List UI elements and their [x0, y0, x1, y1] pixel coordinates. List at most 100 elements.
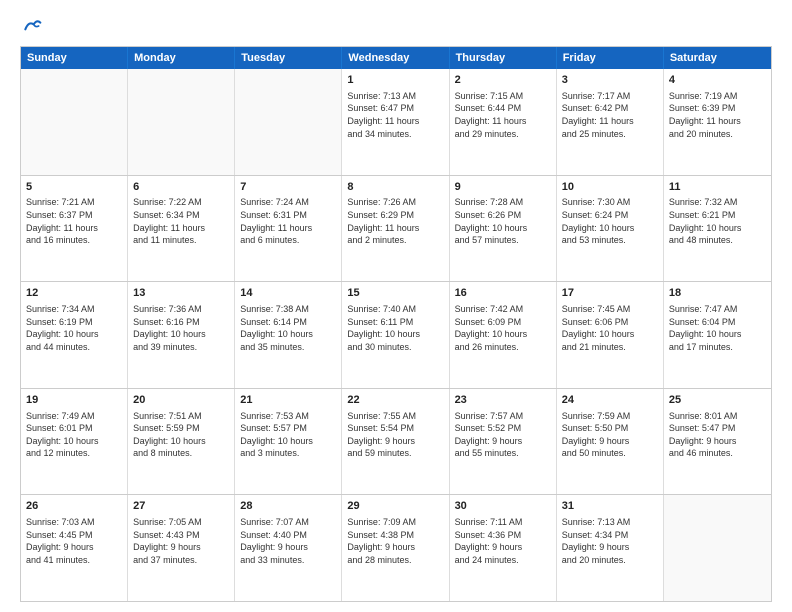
cell-info: Sunrise: 7:26 AM Sunset: 6:29 PM Dayligh…: [347, 196, 443, 246]
calendar-cell: 28 Sunrise: 7:07 AM Sunset: 4:40 PM Dayli…: [235, 495, 342, 601]
cell-info: Sunrise: 7:24 AM Sunset: 6:31 PM Dayligh…: [240, 196, 336, 246]
calendar-cell: 22 Sunrise: 7:55 AM Sunset: 5:54 PM Dayli…: [342, 389, 449, 495]
calendar-cell: 16 Sunrise: 7:42 AM Sunset: 6:09 PM Dayli…: [450, 282, 557, 388]
cell-info: Sunrise: 7:42 AM Sunset: 6:09 PM Dayligh…: [455, 303, 551, 353]
calendar-cell: 1 Sunrise: 7:13 AM Sunset: 6:47 PM Daylig…: [342, 69, 449, 175]
cell-info: Sunrise: 7:34 AM Sunset: 6:19 PM Dayligh…: [26, 303, 122, 353]
calendar-cell: [21, 69, 128, 175]
weekday-header: Tuesday: [235, 47, 342, 69]
cell-info: Sunrise: 7:47 AM Sunset: 6:04 PM Dayligh…: [669, 303, 766, 353]
day-number: 28: [240, 499, 336, 514]
calendar-cell: [128, 69, 235, 175]
cell-info: Sunrise: 7:28 AM Sunset: 6:26 PM Dayligh…: [455, 196, 551, 246]
cell-info: Sunrise: 7:13 AM Sunset: 6:47 PM Dayligh…: [347, 90, 443, 140]
calendar-cell: 25 Sunrise: 8:01 AM Sunset: 5:47 PM Dayli…: [664, 389, 771, 495]
cell-info: Sunrise: 7:07 AM Sunset: 4:40 PM Dayligh…: [240, 516, 336, 566]
day-number: 19: [26, 393, 122, 408]
day-number: 14: [240, 286, 336, 301]
header: [20, 16, 772, 36]
calendar-cell: 21 Sunrise: 7:53 AM Sunset: 5:57 PM Dayli…: [235, 389, 342, 495]
day-number: 17: [562, 286, 658, 301]
day-number: 15: [347, 286, 443, 301]
calendar-row: 19 Sunrise: 7:49 AM Sunset: 6:01 PM Dayli…: [21, 388, 771, 495]
calendar-cell: 19 Sunrise: 7:49 AM Sunset: 6:01 PM Dayli…: [21, 389, 128, 495]
day-number: 27: [133, 499, 229, 514]
day-number: 7: [240, 180, 336, 195]
day-number: 3: [562, 73, 658, 88]
calendar-cell: 17 Sunrise: 7:45 AM Sunset: 6:06 PM Dayli…: [557, 282, 664, 388]
calendar-body: 1 Sunrise: 7:13 AM Sunset: 6:47 PM Daylig…: [21, 69, 771, 601]
calendar-cell: 7Sunrise: 7:24 AM Sunset: 6:31 PM Daylig…: [235, 176, 342, 282]
day-number: 30: [455, 499, 551, 514]
cell-info: Sunrise: 7:40 AM Sunset: 6:11 PM Dayligh…: [347, 303, 443, 353]
day-number: 26: [26, 499, 122, 514]
day-number: 11: [669, 180, 766, 195]
day-number: 24: [562, 393, 658, 408]
calendar-cell: 2 Sunrise: 7:15 AM Sunset: 6:44 PM Daylig…: [450, 69, 557, 175]
cell-info: Sunrise: 7:57 AM Sunset: 5:52 PM Dayligh…: [455, 410, 551, 460]
cell-info: Sunrise: 7:05 AM Sunset: 4:43 PM Dayligh…: [133, 516, 229, 566]
calendar-cell: 3 Sunrise: 7:17 AM Sunset: 6:42 PM Daylig…: [557, 69, 664, 175]
cell-info: Sunrise: 7:53 AM Sunset: 5:57 PM Dayligh…: [240, 410, 336, 460]
calendar-cell: 20 Sunrise: 7:51 AM Sunset: 5:59 PM Dayli…: [128, 389, 235, 495]
cell-info: Sunrise: 7:59 AM Sunset: 5:50 PM Dayligh…: [562, 410, 658, 460]
cell-info: Sunrise: 7:45 AM Sunset: 6:06 PM Dayligh…: [562, 303, 658, 353]
calendar-row: 1 Sunrise: 7:13 AM Sunset: 6:47 PM Daylig…: [21, 69, 771, 175]
day-number: 22: [347, 393, 443, 408]
day-number: 10: [562, 180, 658, 195]
day-number: 31: [562, 499, 658, 514]
cell-info: Sunrise: 7:30 AM Sunset: 6:24 PM Dayligh…: [562, 196, 658, 246]
calendar-cell: 4Sunrise: 7:19 AM Sunset: 6:39 PM Daylig…: [664, 69, 771, 175]
cell-info: Sunrise: 7:13 AM Sunset: 4:34 PM Dayligh…: [562, 516, 658, 566]
weekday-header: Saturday: [664, 47, 771, 69]
cell-info: Sunrise: 7:32 AM Sunset: 6:21 PM Dayligh…: [669, 196, 766, 246]
day-number: 12: [26, 286, 122, 301]
day-number: 23: [455, 393, 551, 408]
day-number: 16: [455, 286, 551, 301]
cell-info: Sunrise: 7:49 AM Sunset: 6:01 PM Dayligh…: [26, 410, 122, 460]
weekday-header: Monday: [128, 47, 235, 69]
weekday-header: Thursday: [450, 47, 557, 69]
calendar-row: 5Sunrise: 7:21 AM Sunset: 6:37 PM Daylig…: [21, 175, 771, 282]
cell-info: Sunrise: 7:38 AM Sunset: 6:14 PM Dayligh…: [240, 303, 336, 353]
calendar-cell: 8Sunrise: 7:26 AM Sunset: 6:29 PM Daylig…: [342, 176, 449, 282]
calendar-cell: 23 Sunrise: 7:57 AM Sunset: 5:52 PM Dayli…: [450, 389, 557, 495]
day-number: 6: [133, 180, 229, 195]
cell-info: Sunrise: 8:01 AM Sunset: 5:47 PM Dayligh…: [669, 410, 766, 460]
calendar-cell: 31 Sunrise: 7:13 AM Sunset: 4:34 PM Dayli…: [557, 495, 664, 601]
cell-info: Sunrise: 7:11 AM Sunset: 4:36 PM Dayligh…: [455, 516, 551, 566]
logo-icon: [22, 16, 42, 36]
calendar-cell: 24 Sunrise: 7:59 AM Sunset: 5:50 PM Dayli…: [557, 389, 664, 495]
calendar-cell: 12 Sunrise: 7:34 AM Sunset: 6:19 PM Dayli…: [21, 282, 128, 388]
calendar-cell: 9Sunrise: 7:28 AM Sunset: 6:26 PM Daylig…: [450, 176, 557, 282]
cell-info: Sunrise: 7:51 AM Sunset: 5:59 PM Dayligh…: [133, 410, 229, 460]
calendar-cell: 10Sunrise: 7:30 AM Sunset: 6:24 PM Dayli…: [557, 176, 664, 282]
cell-info: Sunrise: 7:15 AM Sunset: 6:44 PM Dayligh…: [455, 90, 551, 140]
cell-info: Sunrise: 7:09 AM Sunset: 4:38 PM Dayligh…: [347, 516, 443, 566]
day-number: 18: [669, 286, 766, 301]
day-number: 2: [455, 73, 551, 88]
calendar-cell: 15 Sunrise: 7:40 AM Sunset: 6:11 PM Dayli…: [342, 282, 449, 388]
day-number: 21: [240, 393, 336, 408]
day-number: 1: [347, 73, 443, 88]
calendar-cell: 29 Sunrise: 7:09 AM Sunset: 4:38 PM Dayli…: [342, 495, 449, 601]
calendar-cell: [664, 495, 771, 601]
cell-info: Sunrise: 7:22 AM Sunset: 6:34 PM Dayligh…: [133, 196, 229, 246]
page: SundayMondayTuesdayWednesdayThursdayFrid…: [0, 0, 792, 612]
cell-info: Sunrise: 7:17 AM Sunset: 6:42 PM Dayligh…: [562, 90, 658, 140]
cell-info: Sunrise: 7:19 AM Sunset: 6:39 PM Dayligh…: [669, 90, 766, 140]
day-number: 25: [669, 393, 766, 408]
calendar: SundayMondayTuesdayWednesdayThursdayFrid…: [20, 46, 772, 602]
day-number: 29: [347, 499, 443, 514]
calendar-cell: 14 Sunrise: 7:38 AM Sunset: 6:14 PM Dayli…: [235, 282, 342, 388]
logo-text: [20, 16, 42, 36]
cell-info: Sunrise: 7:55 AM Sunset: 5:54 PM Dayligh…: [347, 410, 443, 460]
calendar-cell: 30 Sunrise: 7:11 AM Sunset: 4:36 PM Dayli…: [450, 495, 557, 601]
calendar-cell: 26 Sunrise: 7:03 AM Sunset: 4:45 PM Dayli…: [21, 495, 128, 601]
calendar-cell: 18 Sunrise: 7:47 AM Sunset: 6:04 PM Dayli…: [664, 282, 771, 388]
day-number: 13: [133, 286, 229, 301]
weekday-header: Sunday: [21, 47, 128, 69]
day-number: 20: [133, 393, 229, 408]
cell-info: Sunrise: 7:03 AM Sunset: 4:45 PM Dayligh…: [26, 516, 122, 566]
calendar-cell: 27 Sunrise: 7:05 AM Sunset: 4:43 PM Dayli…: [128, 495, 235, 601]
